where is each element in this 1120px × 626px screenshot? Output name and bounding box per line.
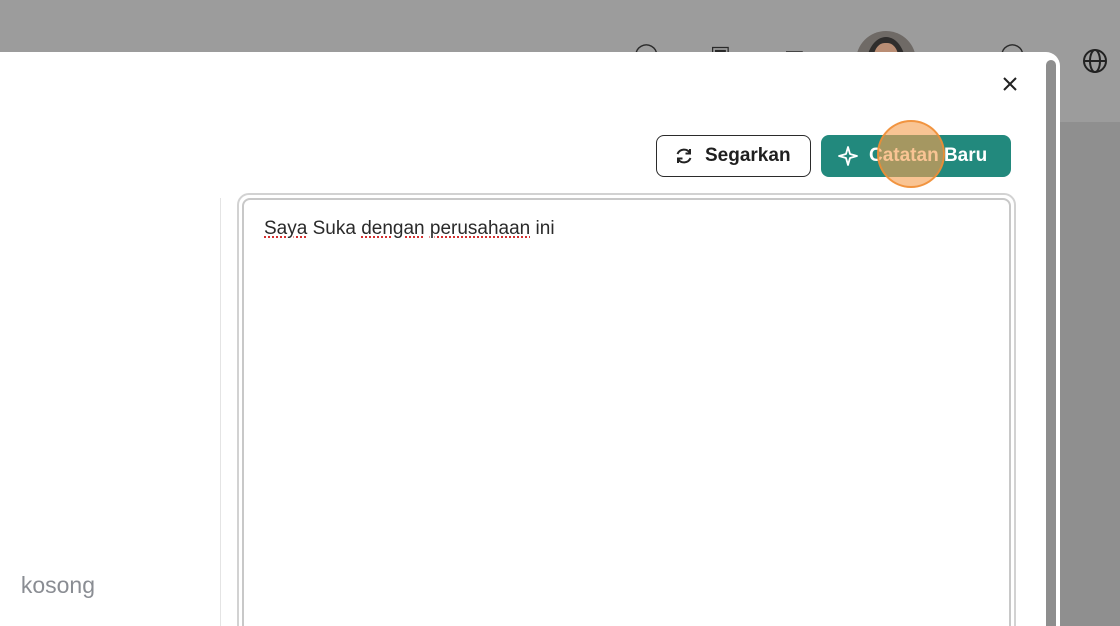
refresh-button-label: Segarkan (705, 145, 791, 166)
note-word: ini (535, 218, 555, 239)
background-content (1060, 122, 1120, 626)
refresh-icon (676, 148, 692, 164)
empty-state-text: kosong (20, 572, 95, 598)
close-icon[interactable] (998, 72, 1022, 96)
panel-divider (220, 198, 221, 626)
note-editor[interactable]: Saya Suka dengan perusahaan ini (242, 198, 1011, 626)
sparkle-icon (838, 146, 858, 166)
modal-scrollbar[interactable] (1046, 60, 1056, 626)
note-word: Saya (264, 218, 308, 239)
note-word: perusahaan (429, 218, 531, 239)
note-word: dengan (361, 218, 425, 239)
new-note-button[interactable]: Catatan Baru (821, 135, 1011, 177)
globe-icon[interactable] (1082, 48, 1108, 74)
note-word: Suka (312, 218, 356, 239)
new-note-button-label: Catatan Baru (869, 145, 988, 166)
refresh-button[interactable]: Segarkan (656, 135, 811, 177)
